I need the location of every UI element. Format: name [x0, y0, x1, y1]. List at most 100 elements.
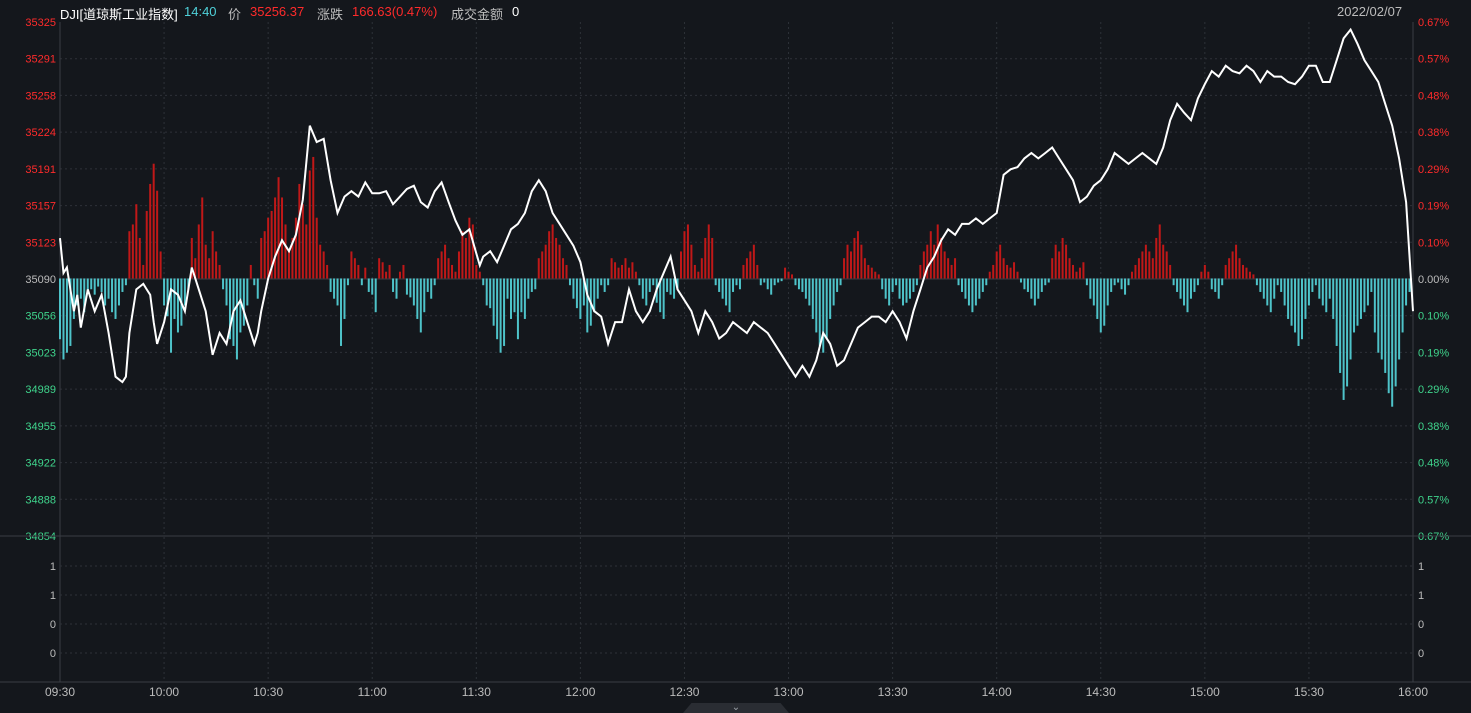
volume-bar	[881, 278, 884, 290]
volume-bar	[728, 278, 731, 313]
y-tick-left: 35258	[25, 90, 56, 102]
volume-bar	[1387, 278, 1390, 394]
volume-bar	[79, 278, 82, 299]
volume-bar	[1224, 264, 1227, 279]
volume-bar	[392, 278, 395, 292]
volume-bar	[197, 224, 200, 279]
volume-bar	[1127, 278, 1130, 286]
volume-bar	[90, 278, 93, 290]
volume-bar	[804, 278, 807, 299]
volume-bar	[902, 278, 905, 306]
volume-bar	[246, 278, 249, 306]
volume-bar	[149, 183, 152, 279]
volume-bar	[159, 251, 162, 279]
volume-bar	[541, 251, 544, 279]
volume-bar	[176, 278, 179, 333]
volume-bar	[1290, 278, 1293, 326]
volume-bar	[891, 278, 894, 292]
volume-bar	[565, 264, 568, 279]
volume-bar	[704, 237, 707, 279]
volume-bar	[652, 278, 655, 286]
volume-bar	[121, 278, 124, 292]
volume-bar	[808, 278, 811, 306]
volume-bar	[666, 278, 669, 292]
volume-bar	[551, 224, 554, 279]
volume-bar	[312, 156, 315, 279]
volume-bar	[603, 278, 606, 292]
volume-bar	[315, 217, 318, 279]
volume-bar	[215, 251, 218, 279]
sub-y-tick-right: 0	[1418, 619, 1424, 631]
volume-bar	[954, 258, 957, 279]
volume-bar	[242, 278, 245, 326]
volume-bar	[818, 278, 821, 346]
volume-bar	[995, 251, 998, 279]
volume-bar	[451, 264, 454, 279]
y-tick-left: 34888	[25, 494, 56, 506]
volume-bar	[895, 278, 898, 286]
volume-bar	[617, 267, 620, 279]
volume-bar	[395, 278, 398, 299]
volume-bar	[1013, 262, 1016, 279]
volume-bar	[447, 258, 450, 279]
volume-bar	[1287, 278, 1290, 319]
volume-bar	[1252, 274, 1255, 279]
volume-bar	[780, 278, 783, 282]
x-tick-label: 14:30	[1086, 685, 1116, 699]
volume-bar	[836, 278, 839, 292]
y-tick-left: 35191	[25, 164, 56, 176]
volume-bar	[464, 237, 467, 279]
volume-bar	[267, 217, 270, 279]
y-tick-right: 0.48%	[1418, 458, 1449, 470]
volume-bar	[860, 244, 863, 279]
volume-bar	[1242, 264, 1245, 279]
volume-bar	[440, 251, 443, 279]
volume-bar	[496, 278, 499, 340]
y-tick-left: 34922	[25, 458, 56, 470]
volume-bar	[319, 244, 322, 279]
volume-bar	[607, 278, 610, 286]
volume-bar	[1325, 278, 1328, 313]
volume-bar	[534, 278, 537, 290]
volume-bar	[1377, 278, 1380, 353]
volume-bar	[1405, 278, 1408, 306]
volume-bar	[1085, 278, 1088, 286]
volume-bar	[364, 267, 367, 279]
volume-bar	[596, 278, 599, 299]
x-tick-label: 12:00	[565, 685, 595, 699]
volume-bar	[65, 278, 68, 353]
volume-bar	[1297, 278, 1300, 346]
volume-bar	[107, 278, 110, 299]
volume-bar	[485, 278, 488, 306]
volume-bar	[461, 231, 464, 279]
volume-bar	[454, 271, 457, 279]
y-tick-right: 0.19%	[1418, 201, 1449, 213]
collapse-toggle[interactable]: ⌄	[683, 703, 789, 713]
volume-bar	[1356, 278, 1359, 326]
y-tick-right: 0.00%	[1418, 274, 1449, 286]
volume-bar	[388, 264, 391, 279]
volume-bar	[1096, 278, 1099, 319]
volume-bar	[114, 278, 117, 319]
intraday-chart[interactable]: 35325 0.67% 35291 0.57% 35258 0.48% 35224 0.38%…	[0, 0, 1471, 713]
volume-bar	[537, 258, 540, 279]
volume-bar	[173, 278, 176, 319]
volume-bar	[555, 237, 558, 279]
volume-bar	[1134, 264, 1137, 279]
volume-bar	[721, 278, 724, 299]
y-tick-right: 0.57%	[1418, 494, 1449, 506]
y-tick-left: 35224	[25, 127, 56, 139]
volume-bar	[1321, 278, 1324, 306]
volume-bar	[839, 278, 842, 286]
volume-bar	[1259, 278, 1262, 292]
volume-bar	[1002, 258, 1005, 279]
volume-bar	[999, 244, 1002, 279]
x-tick-label: 15:30	[1294, 685, 1324, 699]
volume-bar	[1144, 244, 1147, 279]
volume-bar	[832, 278, 835, 306]
volume-bar	[1349, 278, 1352, 360]
volume-bar	[1373, 278, 1376, 333]
volume-bar	[1148, 251, 1151, 279]
volume-bar	[124, 278, 127, 286]
volume-bar	[457, 251, 460, 279]
